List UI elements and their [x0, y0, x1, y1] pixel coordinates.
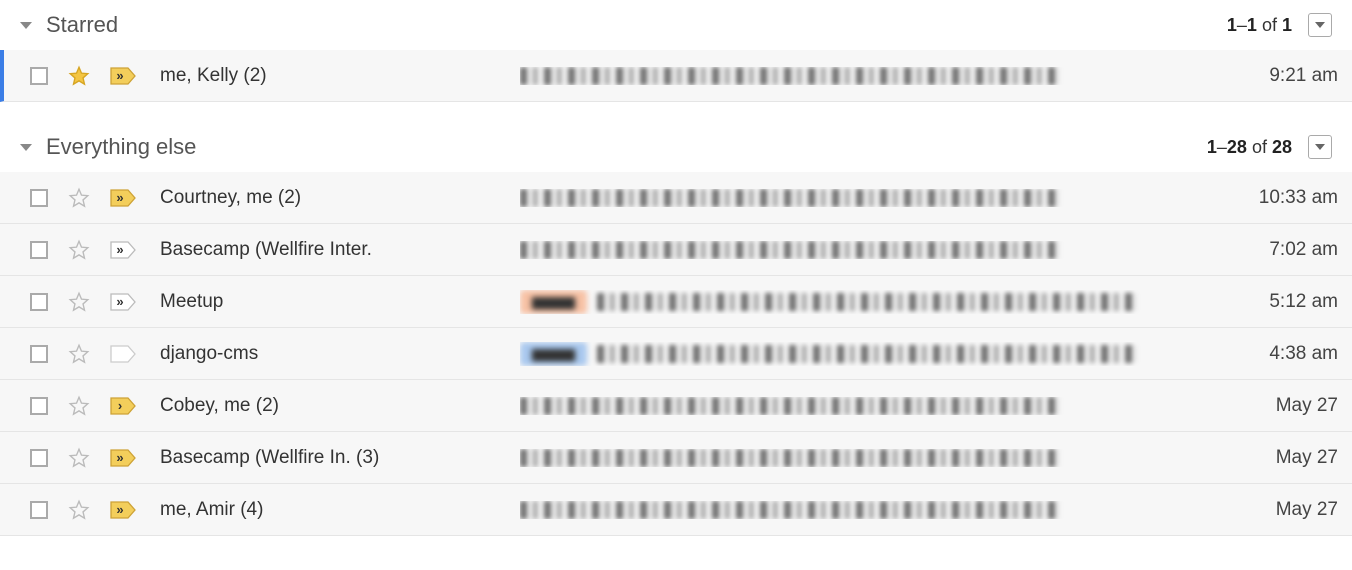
- subject-blurred: [520, 397, 1060, 415]
- timestamp: 7:02 am: [1208, 239, 1338, 261]
- subject-snippet: ▆▆▆▆: [520, 342, 1208, 366]
- subject-blurred: [520, 449, 1060, 467]
- email-row[interactable]: » Courtney, me (2) 10:33 am: [0, 172, 1352, 224]
- star-icon[interactable]: [68, 395, 90, 417]
- importance-marker-icon[interactable]: »: [110, 500, 136, 520]
- collapse-icon[interactable]: [20, 22, 32, 29]
- collapse-icon[interactable]: [20, 144, 32, 151]
- select-checkbox[interactable]: [30, 67, 48, 85]
- subject-snippet: [520, 241, 1208, 259]
- subject-blurred: [597, 293, 1137, 311]
- email-row[interactable]: » Basecamp (Wellfire In. (3) May 27: [0, 432, 1352, 484]
- pagination-of: of: [1252, 137, 1267, 157]
- subject-blurred: [597, 345, 1137, 363]
- section: Everything else 1–28 of 28 » Courtney, m…: [0, 122, 1352, 536]
- sender: Basecamp (Wellfire In. (3): [160, 447, 520, 469]
- svg-text:»: »: [116, 502, 123, 517]
- email-row[interactable]: » Basecamp (Wellfire Inter. 7:02 am: [0, 224, 1352, 276]
- section-header: Starred 1–1 of 1: [0, 0, 1352, 50]
- label-chip[interactable]: ▆▆▆▆: [520, 342, 587, 366]
- timestamp: May 27: [1208, 499, 1338, 521]
- subject-snippet: [520, 189, 1208, 207]
- select-checkbox[interactable]: [30, 501, 48, 519]
- importance-marker-icon[interactable]: »: [110, 292, 136, 312]
- star-icon[interactable]: [68, 499, 90, 521]
- importance-marker-icon[interactable]: »: [110, 448, 136, 468]
- subject-snippet: [520, 449, 1208, 467]
- page-start: 1: [1207, 137, 1217, 157]
- select-checkbox[interactable]: [30, 397, 48, 415]
- subject-snippet: ▆▆▆▆: [520, 290, 1208, 314]
- select-checkbox[interactable]: [30, 189, 48, 207]
- page-total: 1: [1282, 15, 1292, 35]
- email-row[interactable]: django-cms ▆▆▆▆ 4:38 am: [0, 328, 1352, 380]
- select-checkbox[interactable]: [30, 293, 48, 311]
- sender: Basecamp (Wellfire Inter.: [160, 239, 520, 261]
- svg-text:»: »: [116, 190, 123, 205]
- chevron-down-icon: [1315, 22, 1325, 28]
- svg-text:»: »: [116, 68, 123, 83]
- select-checkbox[interactable]: [30, 449, 48, 467]
- sender: me, Kelly (2): [160, 65, 520, 87]
- importance-marker-icon[interactable]: [110, 344, 136, 364]
- timestamp: 9:21 am: [1208, 65, 1338, 87]
- star-icon[interactable]: [68, 65, 90, 87]
- label-chip[interactable]: ▆▆▆▆: [520, 290, 587, 314]
- importance-marker-icon[interactable]: ›: [110, 396, 136, 416]
- pagination-controls: 1–1 of 1: [1227, 13, 1332, 37]
- sender: Meetup: [160, 291, 520, 313]
- subject-blurred: [520, 189, 1060, 207]
- timestamp: 5:12 am: [1208, 291, 1338, 313]
- select-checkbox[interactable]: [30, 345, 48, 363]
- section-header: Everything else 1–28 of 28: [0, 122, 1352, 172]
- page-total: 28: [1272, 137, 1292, 157]
- email-row[interactable]: › Cobey, me (2) May 27: [0, 380, 1352, 432]
- importance-marker-icon[interactable]: »: [110, 188, 136, 208]
- pagination-dropdown-button[interactable]: [1308, 135, 1332, 159]
- svg-text:»: »: [116, 450, 123, 465]
- importance-marker-icon[interactable]: »: [110, 240, 136, 260]
- pagination-dropdown-button[interactable]: [1308, 13, 1332, 37]
- star-icon[interactable]: [68, 239, 90, 261]
- pagination-text: 1–28 of 28: [1207, 137, 1292, 158]
- chevron-down-icon: [1315, 144, 1325, 150]
- page-start: 1: [1227, 15, 1237, 35]
- subject-blurred: [520, 67, 1060, 85]
- sender: Cobey, me (2): [160, 395, 520, 417]
- page-end: 28: [1227, 137, 1247, 157]
- email-row[interactable]: » Meetup ▆▆▆▆ 5:12 am: [0, 276, 1352, 328]
- importance-marker-icon[interactable]: »: [110, 66, 136, 86]
- sender: me, Amir (4): [160, 499, 520, 521]
- svg-text:»: »: [116, 294, 123, 309]
- page-end: 1: [1247, 15, 1257, 35]
- star-icon[interactable]: [68, 187, 90, 209]
- star-icon[interactable]: [68, 447, 90, 469]
- timestamp: May 27: [1208, 447, 1338, 469]
- subject-blurred: [520, 241, 1060, 259]
- timestamp: 10:33 am: [1208, 187, 1338, 209]
- star-icon[interactable]: [68, 291, 90, 313]
- section: Starred 1–1 of 1 » me, Kelly (2) 9:21 am: [0, 0, 1352, 102]
- select-checkbox[interactable]: [30, 241, 48, 259]
- sender: Courtney, me (2): [160, 187, 520, 209]
- subject-snippet: [520, 397, 1208, 415]
- subject-blurred: [520, 501, 1060, 519]
- section-title: Starred: [46, 12, 1227, 38]
- section-title: Everything else: [46, 134, 1207, 160]
- subject-snippet: [520, 501, 1208, 519]
- timestamp: 4:38 am: [1208, 343, 1338, 365]
- timestamp: May 27: [1208, 395, 1338, 417]
- svg-text:»: »: [116, 242, 123, 257]
- svg-text:›: ›: [118, 398, 122, 413]
- email-row[interactable]: » me, Kelly (2) 9:21 am: [0, 50, 1352, 102]
- subject-snippet: [520, 67, 1208, 85]
- star-icon[interactable]: [68, 343, 90, 365]
- pagination-controls: 1–28 of 28: [1207, 135, 1332, 159]
- email-row[interactable]: » me, Amir (4) May 27: [0, 484, 1352, 536]
- sender: django-cms: [160, 343, 520, 365]
- pagination-text: 1–1 of 1: [1227, 15, 1292, 36]
- pagination-of: of: [1262, 15, 1277, 35]
